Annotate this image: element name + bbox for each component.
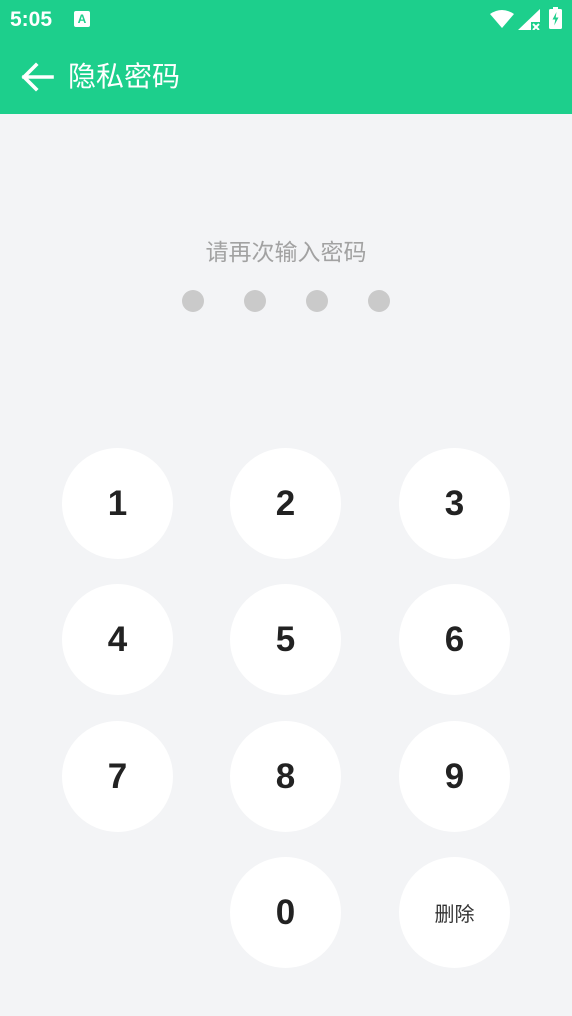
header: 5:05 A 隐私密码 <box>0 0 572 114</box>
key-0[interactable]: 0 <box>230 857 341 968</box>
password-dot <box>244 290 266 312</box>
arrow-left-icon <box>21 62 54 92</box>
key-4[interactable]: 4 <box>62 584 173 695</box>
key-2[interactable]: 2 <box>230 448 341 559</box>
key-3-label: 3 <box>444 483 465 523</box>
status-time: 5:05 <box>10 8 53 31</box>
app-notification-icon: A <box>74 11 90 27</box>
key-1[interactable]: 1 <box>62 448 173 559</box>
wifi-icon <box>490 10 514 28</box>
password-dot <box>182 290 204 312</box>
key-6[interactable]: 6 <box>399 584 510 695</box>
battery-icon <box>549 7 562 29</box>
key-7-label: 7 <box>107 756 128 796</box>
password-dot <box>368 290 390 312</box>
key-2-label: 2 <box>275 483 296 523</box>
back-button[interactable] <box>18 58 56 96</box>
password-dot <box>306 290 328 312</box>
key-3[interactable]: 3 <box>399 448 510 559</box>
password-prompt: 请再次输入密码 <box>205 240 367 266</box>
key-6-label: 6 <box>444 619 465 659</box>
delete-button-label: 删除 <box>434 902 475 926</box>
page-title: 隐私密码 <box>68 60 181 93</box>
key-5-label: 5 <box>275 619 296 659</box>
key-9[interactable]: 9 <box>399 721 510 832</box>
signal-icon <box>518 9 540 30</box>
key-4-label: 4 <box>107 619 128 659</box>
screen: 5:05 A 隐私密码 请再次输入密码 1 2 3 4 5 6 7 8 9 0 … <box>0 0 572 1016</box>
key-8-label: 8 <box>275 756 296 796</box>
delete-button[interactable]: 删除 <box>399 857 510 968</box>
key-1-label: 1 <box>107 483 128 523</box>
key-7[interactable]: 7 <box>62 721 173 832</box>
key-8[interactable]: 8 <box>230 721 341 832</box>
key-9-label: 9 <box>444 756 465 796</box>
key-5[interactable]: 5 <box>230 584 341 695</box>
key-0-label: 0 <box>275 892 296 932</box>
